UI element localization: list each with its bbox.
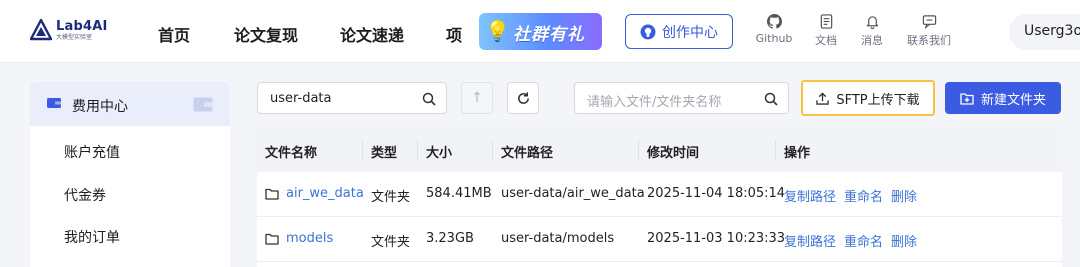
nav-docs[interactable]: 文档 [811, 14, 841, 48]
brand-title: Lab4AI [56, 18, 108, 34]
header-operations: 操作 [784, 146, 811, 161]
messages-label: 消息 [861, 34, 883, 47]
path-input[interactable]: user-data [257, 82, 447, 114]
nav-contact-us[interactable]: 联系我们 [903, 14, 955, 48]
file-modified: 2025-11-04 18:05:14 [647, 186, 786, 201]
wallet-decor-icon [193, 97, 213, 112]
sidebar-item-recharge[interactable]: 账户充值 [64, 142, 120, 162]
rename-link[interactable]: 重命名 [844, 190, 883, 205]
sidebar-section-billing[interactable]: 费用中心 [30, 82, 230, 126]
sidebar-item-vouchers[interactable]: 代金券 [64, 185, 106, 205]
promo-label: 社群有礼 [513, 25, 585, 45]
rename-link[interactable]: 重命名 [844, 235, 883, 250]
column-divider[interactable] [775, 140, 776, 160]
copy-path-link[interactable]: 复制路径 [784, 190, 836, 205]
file-search-placeholder: 请输入文件/文件夹名称 [587, 95, 722, 110]
folder-icon [265, 233, 279, 245]
refresh-button[interactable] [507, 82, 539, 114]
file-modified: 2025-11-03 10:23:33 [647, 231, 786, 246]
delete-link[interactable]: 删除 [891, 235, 917, 250]
row-actions: 复制路径 重命名 删除 [784, 186, 925, 205]
table-header: 文件名称 类型 大小 文件路径 修改时间 操作 [257, 128, 1062, 172]
sidebar-item-orders[interactable]: 我的订单 [64, 227, 120, 247]
wallet-icon [47, 98, 61, 108]
creator-icon [640, 24, 656, 39]
header-modified: 修改时间 [647, 146, 700, 161]
header-path: 文件路径 [501, 146, 554, 161]
sftp-transfer-button[interactable]: SFTP上传下载 [801, 80, 935, 116]
header-type: 类型 [371, 146, 398, 161]
github-label: Github [755, 32, 793, 45]
copy-path-link[interactable]: 复制路径 [784, 235, 836, 250]
docs-label: 文档 [815, 34, 837, 47]
folder-plus-icon [960, 92, 974, 105]
logo-triangle-icon [30, 19, 52, 41]
file-size: 584.41MB [426, 186, 492, 201]
nav-paper-express[interactable]: 论文速递 [340, 22, 404, 46]
contact-label: 联系我们 [907, 34, 951, 47]
column-divider[interactable] [362, 140, 363, 160]
new-folder-label: 新建文件夹 [980, 92, 1046, 108]
document-icon [820, 14, 832, 29]
nav-projects[interactable]: 项 [446, 22, 462, 46]
header-size: 大小 [426, 146, 453, 161]
sftp-label: SFTP上传下载 [836, 92, 920, 108]
nav-home[interactable]: 首页 [158, 22, 190, 46]
table-row: models 文件夹 3.23GB user-data/models 2025-… [257, 217, 1062, 262]
file-table: 文件名称 类型 大小 文件路径 修改时间 操作 air_we_data 文件夹 … [257, 128, 1062, 267]
path-input-value: user-data [270, 91, 332, 106]
user-menu[interactable]: Userg3ob [1009, 14, 1080, 50]
column-divider[interactable] [492, 140, 493, 160]
lightbulb-icon: 💡 [485, 19, 510, 43]
community-promo-banner[interactable]: 💡 社群有礼 [479, 13, 602, 50]
github-icon [766, 14, 782, 29]
new-folder-button[interactable]: 新建文件夹 [945, 82, 1061, 114]
file-name: air_we_data [286, 186, 364, 201]
delete-link[interactable]: 删除 [891, 190, 917, 205]
creator-label: 创作中心 [662, 24, 718, 41]
file-type: 文件夹 [371, 235, 411, 250]
chat-icon [922, 15, 936, 29]
file-search-input[interactable]: 请输入文件/文件夹名称 [574, 82, 789, 114]
file-size: 3.23GB [426, 231, 474, 246]
top-navbar: Lab4AI 大模型实验室 首页 论文复现 论文速递 项 💡 社群有礼 创作中心… [0, 0, 1080, 63]
search-icon[interactable] [764, 92, 778, 106]
file-name-link[interactable]: air_we_data [265, 186, 364, 201]
table-row: air_we_data 文件夹 584.41MB user-data/air_w… [257, 172, 1062, 217]
file-type: 文件夹 [371, 190, 411, 205]
bell-icon [866, 16, 878, 29]
parent-directory-button[interactable]: ↑ [461, 82, 493, 114]
upload-icon [816, 91, 830, 105]
column-divider[interactable] [417, 140, 418, 160]
nav-github[interactable]: Github [754, 14, 794, 45]
creator-center-button[interactable]: 创作中心 [625, 14, 733, 49]
row-actions: 复制路径 重命名 删除 [784, 231, 925, 250]
brand-subtitle: 大模型实验室 [56, 33, 93, 41]
file-path: user-data/air_we_data [501, 186, 645, 201]
column-divider[interactable] [638, 140, 639, 160]
sidebar: 费用中心 [30, 82, 230, 267]
file-name-link[interactable]: models [265, 231, 333, 246]
sidebar-section-label: 费用中心 [72, 99, 128, 115]
arrow-up-icon: ↑ [471, 90, 483, 106]
nav-paper-reproduction[interactable]: 论文复现 [234, 22, 298, 46]
search-icon[interactable] [422, 92, 436, 106]
folder-icon [265, 188, 279, 200]
nav-messages[interactable]: 消息 [857, 14, 887, 48]
file-path: user-data/models [501, 231, 615, 246]
header-name: 文件名称 [265, 146, 318, 161]
file-name: models [286, 231, 334, 246]
brand-logo[interactable]: Lab4AI 大模型实验室 [30, 19, 108, 41]
refresh-icon [518, 92, 529, 104]
